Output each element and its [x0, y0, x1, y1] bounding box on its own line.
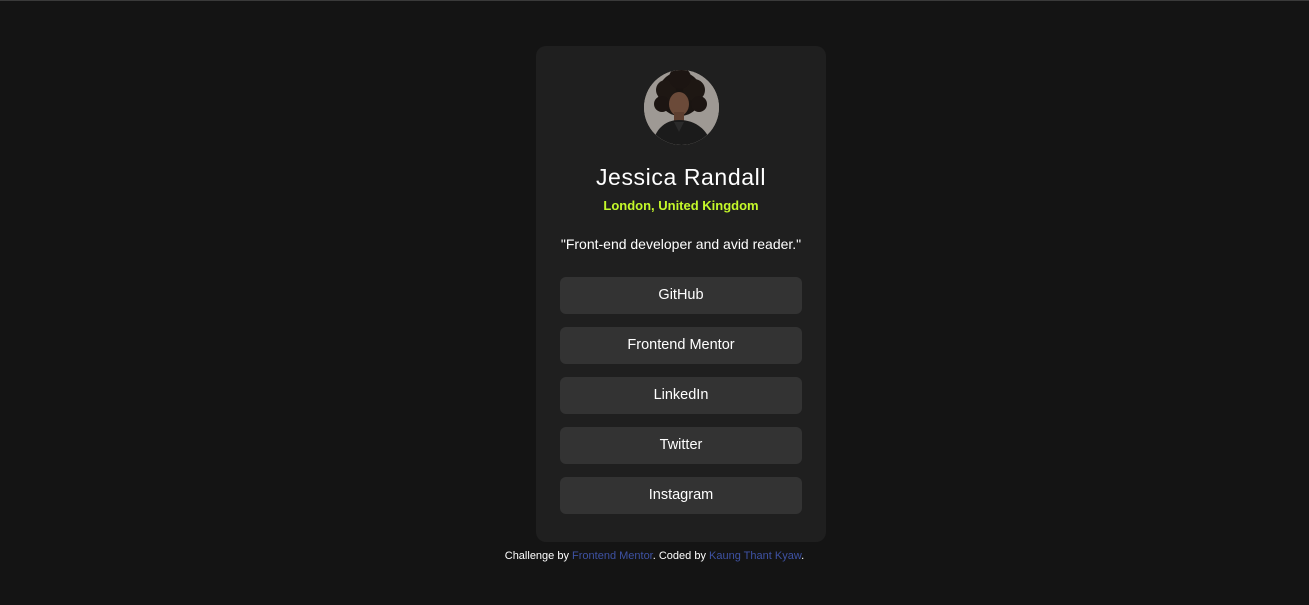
profile-card: Jessica Randall London, United Kingdom "… [536, 46, 826, 542]
list-item: GitHub [560, 277, 802, 314]
attribution-prefix: Challenge by [504, 550, 573, 562]
profile-name: Jessica Randall [595, 164, 767, 190]
list-item: Instagram [560, 477, 802, 514]
list-item: Twitter [560, 427, 802, 464]
frontend-mentor-link-button[interactable]: Frontend Mentor [560, 327, 802, 364]
profile-bio: "Front-end developer and avid reader." [560, 236, 802, 252]
profile-location: London, United Kingdom [603, 198, 759, 213]
linkedin-link-button[interactable]: LinkedIn [560, 377, 802, 414]
social-links-list: GitHub Frontend Mentor LinkedIn Twitter … [560, 277, 802, 527]
avatar [644, 70, 719, 145]
avatar-photo [644, 70, 719, 145]
github-link-button[interactable]: GitHub [560, 277, 802, 314]
instagram-link-button[interactable]: Instagram [560, 477, 802, 514]
list-item: Frontend Mentor [560, 327, 802, 364]
attribution: Challenge by Frontend Mentor. Coded by K… [0, 550, 1309, 562]
list-item: LinkedIn [560, 377, 802, 414]
frontend-mentor-attribution-link[interactable]: Frontend Mentor [572, 550, 653, 562]
twitter-link-button[interactable]: Twitter [560, 427, 802, 464]
author-attribution-link[interactable]: Kaung Thant Kyaw [709, 550, 801, 562]
attribution-middle: . Coded by [652, 550, 710, 562]
attribution-suffix: . [801, 550, 805, 562]
